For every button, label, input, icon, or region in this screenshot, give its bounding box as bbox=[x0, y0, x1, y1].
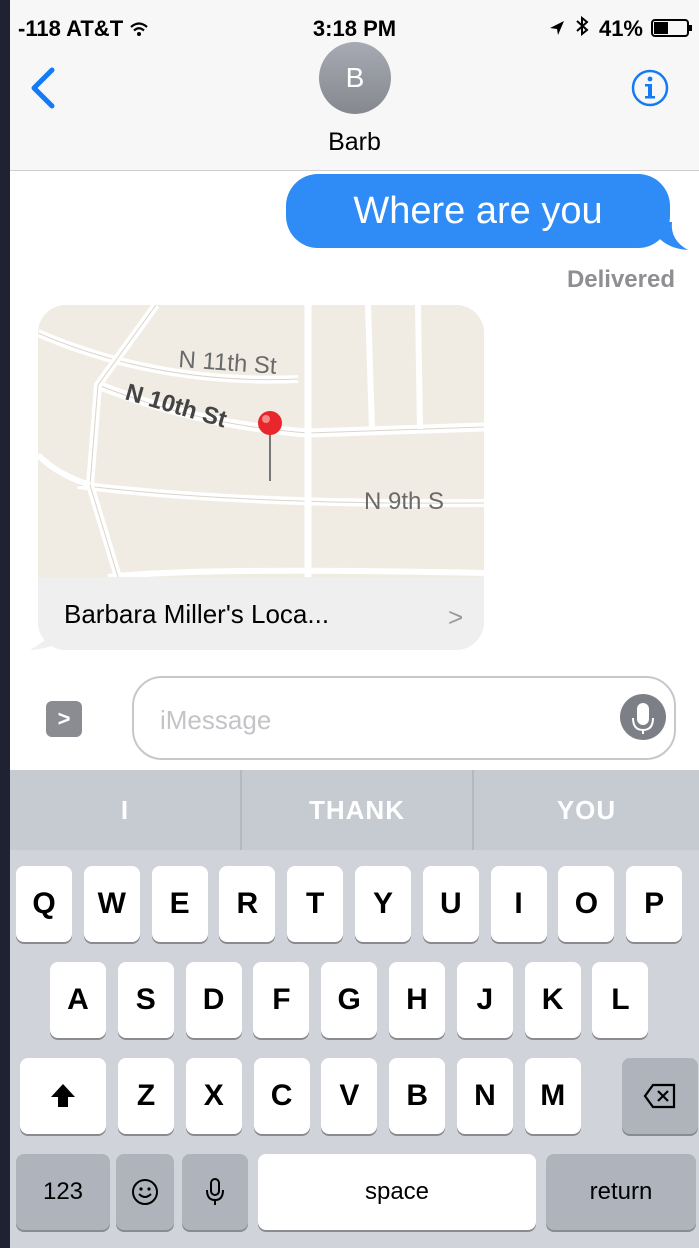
status-right: 41% bbox=[549, 15, 643, 42]
space-key[interactable]: space bbox=[258, 1154, 536, 1230]
key-i[interactable]: I bbox=[490, 866, 547, 942]
battery-icon bbox=[651, 19, 692, 37]
key-t[interactable]: T bbox=[287, 866, 344, 942]
key-z[interactable]: Z bbox=[118, 1058, 174, 1134]
imessage-input[interactable]: iMessage bbox=[132, 676, 676, 760]
key-h[interactable]: H bbox=[389, 962, 445, 1038]
key-f[interactable]: F bbox=[253, 962, 310, 1038]
delivery-status: Delivered bbox=[566, 266, 675, 293]
info-icon[interactable] bbox=[630, 68, 670, 108]
key-q[interactable]: Q bbox=[16, 866, 72, 942]
location-label: Barbara Miller's Loca... bbox=[64, 599, 330, 629]
prediction-2[interactable]: THANK bbox=[242, 770, 472, 850]
key-o[interactable]: O bbox=[558, 866, 615, 942]
key-v[interactable]: V bbox=[321, 1058, 378, 1134]
return-key[interactable]: return bbox=[546, 1154, 696, 1230]
keyboard: I THANK YOU Q W E R T Y U I O P A S D F G H J K L Z X C V B N M 12… bbox=[10, 770, 699, 1248]
key-n[interactable]: N bbox=[457, 1058, 513, 1134]
microphone-icon bbox=[632, 703, 654, 734]
avatar[interactable]: B bbox=[319, 42, 391, 114]
imessage-screen: -118 AT&T 3:18 PM 41% B Barb Where are y… bbox=[10, 0, 699, 1248]
prediction-3[interactable]: YOU bbox=[474, 770, 699, 850]
location-caption[interactable]: Barbara Miller's Loca... > bbox=[38, 577, 484, 650]
prediction-1[interactable]: I bbox=[10, 770, 240, 850]
numbers-key[interactable]: 123 bbox=[16, 1154, 110, 1230]
backspace-icon bbox=[643, 1083, 676, 1109]
location-map[interactable]: N 11th St N 10th St N 9th S bbox=[38, 305, 484, 577]
key-a[interactable]: A bbox=[50, 962, 106, 1038]
battery-percent: 41% bbox=[598, 16, 643, 41]
emoji-icon bbox=[132, 1179, 158, 1205]
key-b[interactable]: B bbox=[389, 1058, 446, 1134]
apps-expand-button[interactable]: > bbox=[46, 701, 82, 737]
key-e[interactable]: E bbox=[151, 866, 208, 942]
key-w[interactable]: W bbox=[83, 866, 140, 942]
shared-location-card[interactable]: N 11th St N 10th St N 9th S Barbara Mill… bbox=[38, 305, 484, 650]
key-x[interactable]: X bbox=[185, 1058, 242, 1134]
key-u[interactable]: U bbox=[422, 866, 479, 942]
key-d[interactable]: D bbox=[185, 962, 242, 1038]
key-j[interactable]: J bbox=[456, 962, 513, 1038]
shift-key[interactable] bbox=[20, 1058, 106, 1134]
sent-message-bubble[interactable]: Where are you bbox=[286, 174, 670, 248]
key-c[interactable]: C bbox=[253, 1058, 310, 1134]
contact-name[interactable]: Barb bbox=[10, 128, 699, 157]
key-k[interactable]: K bbox=[524, 962, 581, 1038]
location-arrow-icon bbox=[549, 21, 564, 35]
key-p[interactable]: P bbox=[626, 866, 683, 942]
shift-icon bbox=[51, 1084, 75, 1107]
emoji-key[interactable] bbox=[116, 1154, 174, 1230]
back-chevron-icon[interactable] bbox=[28, 66, 58, 110]
key-m[interactable]: M bbox=[524, 1058, 581, 1134]
key-s[interactable]: S bbox=[117, 962, 174, 1038]
bluetooth-icon bbox=[576, 15, 589, 37]
dictation-key[interactable] bbox=[182, 1154, 248, 1230]
chevron-right-icon: > bbox=[448, 602, 464, 632]
input-placeholder: iMessage bbox=[160, 705, 272, 735]
dictation-button[interactable] bbox=[620, 694, 666, 740]
predictive-text-bar: I THANK YOU bbox=[10, 770, 699, 850]
microphone-icon bbox=[206, 1178, 224, 1205]
conversation-header: -118 AT&T 3:18 PM 41% B Barb bbox=[10, 0, 699, 171]
delete-key[interactable] bbox=[622, 1058, 698, 1134]
key-r[interactable]: R bbox=[219, 866, 276, 942]
street-label-9th: N 9th S bbox=[364, 488, 444, 515]
key-l[interactable]: L bbox=[592, 962, 649, 1038]
key-y[interactable]: Y bbox=[355, 866, 411, 942]
key-g[interactable]: G bbox=[321, 962, 378, 1038]
